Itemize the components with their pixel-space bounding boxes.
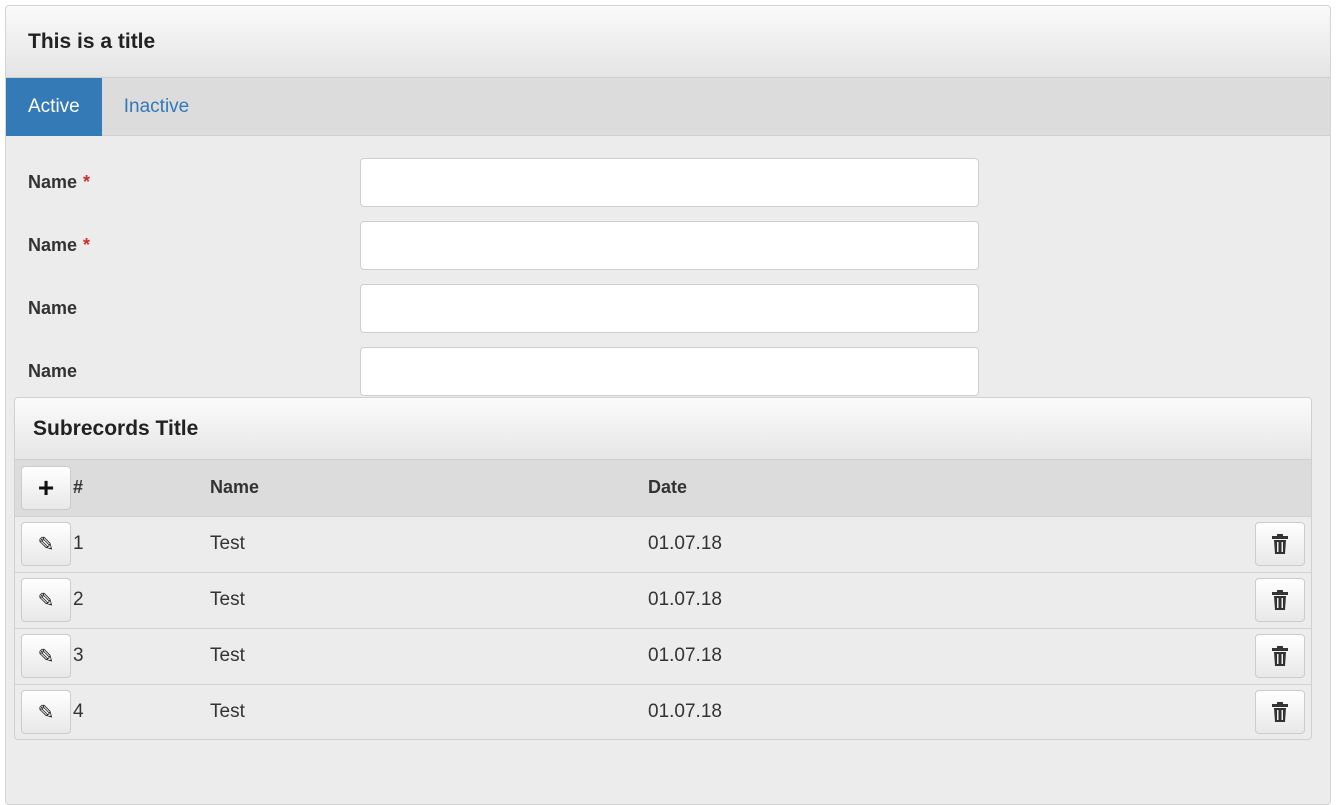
- name-input-4[interactable]: [360, 347, 979, 396]
- edit-button[interactable]: ✎: [21, 634, 71, 678]
- delete-button[interactable]: [1255, 690, 1305, 735]
- table-row: ✎ 1 Test 01.07.18: [15, 516, 1311, 572]
- name-input-2[interactable]: [360, 221, 979, 270]
- column-header-date: Date: [648, 477, 688, 498]
- table-row: ✎ 2 Test 01.07.18: [15, 572, 1311, 628]
- add-row-button[interactable]: +: [21, 465, 71, 510]
- plus-icon: +: [37, 471, 55, 503]
- row-name: Test: [210, 645, 245, 666]
- panel-heading: This is a title: [6, 6, 1330, 78]
- row-date: 01.07.18: [648, 701, 722, 723]
- form-row: Name *: [6, 151, 1330, 214]
- field-label: Name: [28, 298, 78, 318]
- table-row: ✎ 3 Test 01.07.18: [15, 628, 1311, 684]
- subrecords-title: Subrecords Title: [33, 416, 199, 440]
- row-name: Test: [210, 701, 245, 723]
- record-form: Name * Name * Name Name: [6, 136, 1330, 403]
- field-label: Name *: [28, 172, 91, 192]
- edit-button[interactable]: ✎: [21, 522, 71, 566]
- row-date: 01.07.18: [648, 589, 722, 610]
- form-row: Name *: [6, 214, 1330, 277]
- subrecords-panel: Subrecords Title + # Name Date ✎ 1 Test …: [14, 397, 1312, 740]
- table-row: ✎ 4 Test 01.07.18: [15, 684, 1311, 739]
- tab-bar: Active Inactive: [6, 78, 1330, 136]
- delete-button[interactable]: [1255, 522, 1305, 566]
- trash-icon: [1272, 590, 1288, 610]
- pencil-icon: ✎: [37, 645, 55, 668]
- required-marker: *: [83, 172, 91, 192]
- pencil-icon: ✎: [37, 701, 55, 724]
- table-header-row: + # Name Date: [15, 460, 1311, 516]
- field-label: Name *: [28, 235, 91, 255]
- edit-button[interactable]: ✎: [21, 690, 71, 735]
- row-number: 2: [73, 589, 84, 610]
- name-input-1[interactable]: [360, 158, 979, 207]
- trash-icon: [1272, 534, 1288, 554]
- row-number: 3: [73, 645, 84, 666]
- delete-button[interactable]: [1255, 578, 1305, 622]
- page-title: This is a title: [28, 29, 156, 53]
- subrecords-table: + # Name Date ✎ 1 Test 01.07.18 ✎ 2 Test…: [15, 460, 1311, 739]
- row-number: 1: [73, 533, 84, 554]
- row-date: 01.07.18: [648, 533, 722, 554]
- trash-icon: [1272, 702, 1288, 723]
- trash-icon: [1272, 646, 1288, 666]
- pencil-icon: ✎: [37, 533, 55, 556]
- form-row: Name: [6, 340, 1330, 403]
- form-row: Name: [6, 277, 1330, 340]
- field-label: Name: [28, 361, 78, 381]
- column-header-name: Name: [210, 477, 260, 498]
- required-marker: *: [83, 235, 91, 255]
- subrecords-heading: Subrecords Title: [15, 398, 1311, 460]
- pencil-icon: ✎: [37, 589, 55, 612]
- row-date: 01.07.18: [648, 645, 722, 666]
- tab-active[interactable]: Active: [6, 78, 102, 136]
- delete-button[interactable]: [1255, 634, 1305, 678]
- row-name: Test: [210, 533, 245, 554]
- tab-inactive[interactable]: Inactive: [102, 78, 211, 136]
- row-number: 4: [73, 701, 84, 723]
- row-name: Test: [210, 589, 245, 610]
- column-header-number: #: [73, 477, 84, 498]
- name-input-3[interactable]: [360, 284, 979, 333]
- edit-button[interactable]: ✎: [21, 578, 71, 622]
